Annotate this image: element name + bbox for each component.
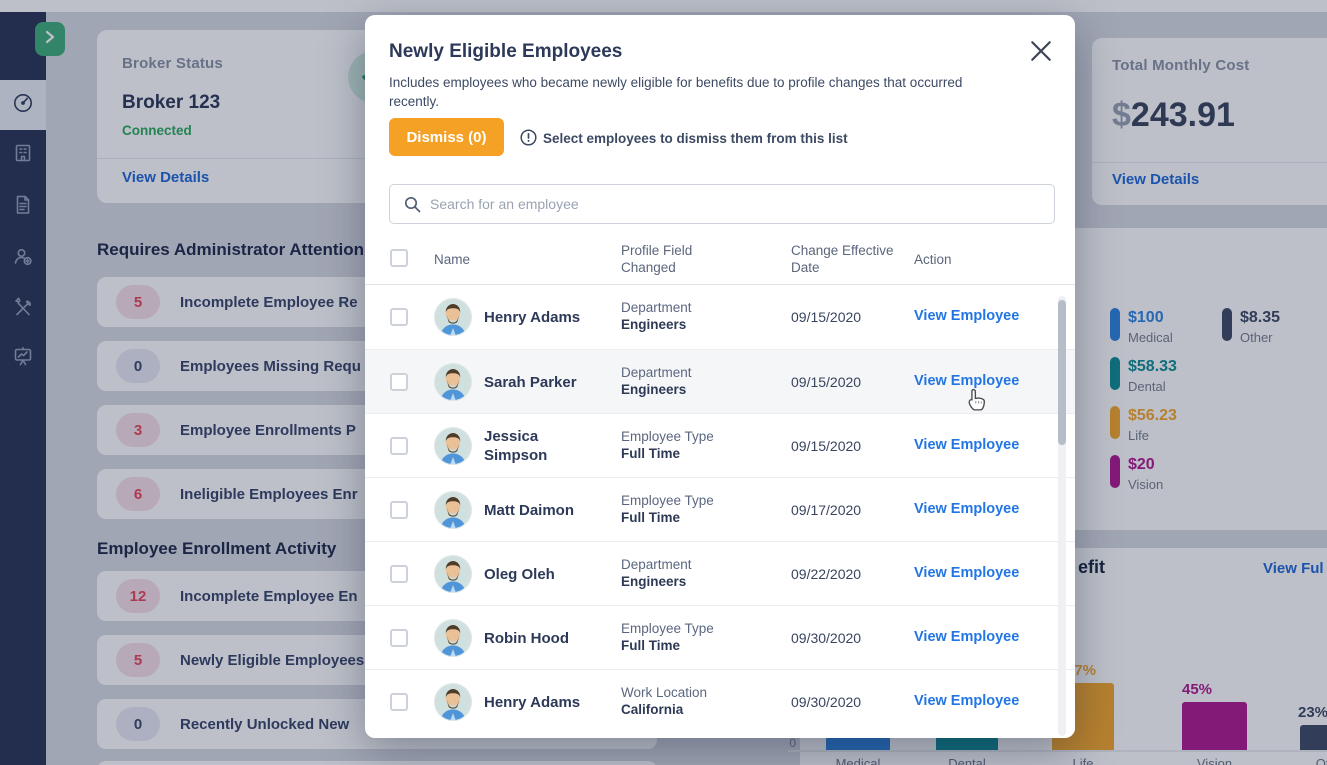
profile-field-name: Department [621,557,692,572]
profile-field-value: Full Time [621,638,680,653]
modal-close-button[interactable] [1029,39,1053,68]
employee-name: Matt Daimon [484,478,596,542]
column-header-action: Action [914,251,952,268]
view-employee-link[interactable]: View Employee [914,565,1019,581]
employee-table-row: Sarah Parker Department Engineers 09/15/202… [365,349,1075,413]
column-header-profile-field: Profile Field Changed [621,242,716,276]
profile-field-name: Employee Type [621,493,714,508]
change-effective-date: 09/15/2020 [791,309,861,325]
profile-field-value: Engineers [621,317,686,332]
change-effective-date: 09/17/2020 [791,502,861,518]
employee-avatar [434,363,472,401]
employee-table-row: Jessica Simpson Employee Type Full Time 09/… [365,413,1075,477]
row-checkbox[interactable] [390,308,408,326]
employee-name: Robin Hood [484,606,596,670]
profile-field-value: California [621,702,683,717]
employee-avatar [434,619,472,657]
employee-name: Henry Adams [484,670,596,734]
profile-field-name: Department [621,300,692,315]
app-screen: Broker Status Broker 123 Connected View … [0,0,1327,765]
dismiss-hint-text: Select employees to dismiss them from th… [543,131,848,146]
employee-name: Oleg Oleh [484,542,596,606]
row-checkbox[interactable] [390,693,408,711]
search-icon [404,196,421,218]
change-effective-date: 09/15/2020 [791,438,861,454]
employee-avatar [434,555,472,593]
row-checkbox[interactable] [390,565,408,583]
view-employee-link[interactable]: View Employee [914,308,1019,324]
employee-name: Sarah Parker [484,350,596,414]
profile-field-value: Engineers [621,382,686,397]
modal-scrollbar-thumb[interactable] [1058,300,1066,445]
employee-search-box [389,184,1055,224]
employee-avatar [434,683,472,721]
modal-title: Newly Eligible Employees [389,41,622,63]
view-employee-link[interactable]: View Employee [914,693,1019,709]
change-effective-date: 09/30/2020 [791,694,861,710]
employee-name: Jessica Simpson [484,414,596,478]
profile-field-value: Full Time [621,510,680,525]
column-header-change-date: Change Effective Date [791,242,906,276]
view-employee-link[interactable]: View Employee [914,437,1019,453]
profile-field-name: Employee Type [621,621,714,636]
info-alert-icon [520,129,537,151]
close-icon [1029,50,1053,67]
employee-table-row: Henry Adams Department Engineers 09/15/2020… [365,285,1075,349]
row-checkbox[interactable] [390,437,408,455]
change-effective-date: 09/15/2020 [791,374,861,390]
employee-name: Henry Adams [484,285,596,349]
employee-avatar [434,298,472,336]
employee-avatar [434,427,472,465]
profile-field-value: Full Time [621,446,680,461]
modal-description: Includes employees who became newly elig… [389,73,1004,111]
view-employee-link[interactable]: View Employee [914,373,1019,389]
profile-field-name: Work Location [621,685,707,700]
employee-table-row: Henry Adams Work Location California 09/30/… [365,669,1075,733]
search-input[interactable] [430,186,1040,222]
employee-table-row: Robin Hood Employee Type Full Time 09/30/20… [365,605,1075,669]
dismiss-button[interactable]: Dismiss (0) [389,118,504,156]
employee-table-row: Matt Daimon Employee Type Full Time 09/17/2… [365,477,1075,541]
employee-table-row: Oleg Oleh Department Engineers 09/22/2020 Vi… [365,541,1075,605]
profile-field-name: Department [621,365,692,380]
row-checkbox[interactable] [390,501,408,519]
column-header-name: Name [434,251,470,268]
view-employee-link[interactable]: View Employee [914,629,1019,645]
change-effective-date: 09/30/2020 [791,630,861,646]
newly-eligible-employees-modal: Newly Eligible Employees Includes employ… [365,15,1075,738]
profile-field-name: Employee Type [621,429,714,444]
select-all-checkbox[interactable] [390,249,408,267]
change-effective-date: 09/22/2020 [791,566,861,582]
row-checkbox[interactable] [390,373,408,391]
employee-avatar [434,491,472,529]
view-employee-link[interactable]: View Employee [914,501,1019,517]
profile-field-value: Engineers [621,574,686,589]
row-checkbox[interactable] [390,629,408,647]
